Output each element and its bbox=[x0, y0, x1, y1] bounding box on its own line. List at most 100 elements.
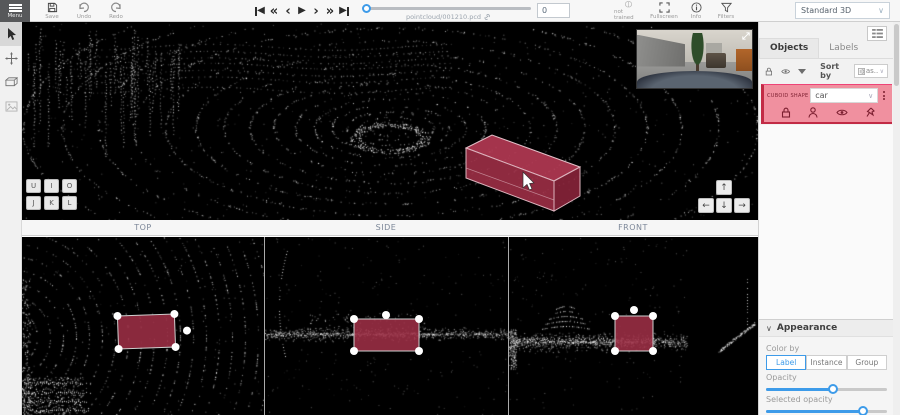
appearance-header[interactable]: ∨ Appearance bbox=[759, 320, 894, 337]
lock-icon[interactable] bbox=[765, 66, 773, 77]
handle[interactable] bbox=[611, 347, 619, 355]
arrow-right-button[interactable]: → bbox=[734, 198, 750, 213]
handle[interactable] bbox=[350, 347, 358, 355]
fast-backward-button[interactable]: « bbox=[268, 2, 280, 20]
camera-photo-thumbnail[interactable] bbox=[636, 29, 753, 89]
arrow-down-button[interactable]: ↓ bbox=[716, 198, 732, 213]
timeline-slider[interactable] bbox=[366, 7, 531, 10]
objects-list-area[interactable] bbox=[759, 125, 894, 319]
color-by-label-button[interactable]: Label bbox=[766, 355, 806, 370]
info-icon bbox=[691, 2, 702, 13]
chevron-down-icon: ∨ bbox=[880, 68, 884, 75]
objects-panel: Objects Labels Sort by as.. ∨ CUBOID SHA… bbox=[758, 22, 893, 415]
undo-icon bbox=[78, 2, 90, 13]
step-forward-button[interactable]: › bbox=[310, 2, 322, 20]
tab-objects[interactable]: Objects bbox=[759, 38, 819, 58]
select-tool-button[interactable] bbox=[0, 22, 22, 46]
sort-by-label: Sort by bbox=[820, 62, 845, 80]
tab-labels[interactable]: Labels bbox=[819, 39, 868, 58]
key-k-button[interactable]: K bbox=[44, 196, 59, 210]
undo-button[interactable]: Undo bbox=[70, 1, 98, 21]
view-mode-value: Standard 3D bbox=[801, 6, 851, 15]
selected-opacity-slider-thumb[interactable] bbox=[858, 406, 868, 415]
handle[interactable] bbox=[611, 312, 619, 320]
side-projection-view[interactable] bbox=[265, 237, 509, 415]
cuboid-tool-button[interactable] bbox=[0, 70, 22, 94]
info-button[interactable]: Info bbox=[682, 1, 710, 21]
fullscreen-button[interactable]: Fullscreen bbox=[650, 1, 678, 21]
panel-scrollbar[interactable] bbox=[893, 22, 900, 415]
color-by-group-button[interactable]: Group bbox=[847, 355, 887, 370]
filter-funnel-icon bbox=[721, 2, 732, 13]
eye-icon[interactable] bbox=[836, 108, 848, 117]
front-projection-view[interactable] bbox=[509, 237, 758, 415]
class-select[interactable]: car ∨ bbox=[810, 88, 878, 103]
main-3d-view[interactable]: U I O J K L ↑ ← ↓ → bbox=[22, 22, 758, 220]
handle[interactable] bbox=[649, 347, 657, 355]
handle[interactable] bbox=[649, 312, 657, 320]
handle[interactable] bbox=[630, 306, 638, 314]
eye-icon[interactable] bbox=[781, 67, 790, 76]
frame-number-input[interactable] bbox=[537, 3, 570, 18]
rotate-handle[interactable] bbox=[183, 326, 191, 334]
skip-to-end-button[interactable]: ▶ bbox=[338, 2, 350, 20]
move-tool-button[interactable] bbox=[0, 46, 22, 70]
opacity-slider-thumb[interactable] bbox=[828, 384, 838, 394]
view-mode-select[interactable]: Standard 3D ∨ bbox=[795, 2, 890, 19]
fast-forward-button[interactable]: » bbox=[324, 2, 336, 20]
thumb-car-hood bbox=[637, 71, 752, 89]
handle[interactable] bbox=[415, 347, 423, 355]
opacity-slider[interactable] bbox=[766, 388, 887, 391]
fullscreen-label: Fullscreen bbox=[650, 14, 678, 20]
thumb-truck bbox=[706, 53, 726, 68]
hamburger-icon bbox=[9, 3, 22, 13]
save-icon bbox=[47, 2, 58, 13]
lock-icon[interactable] bbox=[781, 107, 791, 118]
projection-views bbox=[22, 237, 758, 415]
panel-tabs: Objects Labels bbox=[759, 35, 894, 59]
undo-label: Undo bbox=[77, 14, 91, 20]
color-by-instance-button[interactable]: Instance bbox=[806, 355, 846, 370]
arrow-up-button[interactable]: ↑ bbox=[716, 180, 732, 195]
side-view-cuboid[interactable] bbox=[354, 319, 419, 351]
tool-rail bbox=[0, 22, 22, 415]
key-i-button[interactable]: I bbox=[44, 179, 59, 193]
key-l-button[interactable]: L bbox=[62, 196, 77, 210]
person-icon[interactable] bbox=[808, 107, 818, 118]
filters-label: Filters bbox=[718, 14, 735, 20]
handle[interactable] bbox=[415, 315, 423, 323]
handle[interactable] bbox=[382, 311, 390, 319]
timeline-thumb[interactable] bbox=[362, 4, 371, 13]
selected-opacity-slider-fill bbox=[766, 410, 863, 413]
redo-button[interactable]: Redo bbox=[102, 1, 130, 21]
step-backward-button[interactable]: ‹ bbox=[282, 2, 294, 20]
menu-button[interactable]: Menu bbox=[0, 0, 30, 22]
link-icon[interactable] bbox=[483, 13, 491, 21]
info-label: Info bbox=[691, 14, 701, 20]
pin-icon[interactable] bbox=[865, 107, 875, 118]
top-view-label: TOP bbox=[22, 220, 264, 235]
card-menu-button[interactable] bbox=[880, 89, 888, 102]
front-view-cuboid[interactable] bbox=[615, 316, 653, 351]
top-view-cuboid[interactable] bbox=[117, 314, 175, 349]
save-button[interactable]: Save bbox=[38, 1, 66, 21]
scrollbar-thumb[interactable] bbox=[894, 24, 899, 86]
object-card-car[interactable]: CUBOID SHAPE car ∨ bbox=[761, 84, 892, 124]
expand-icon[interactable] bbox=[742, 32, 750, 40]
arrow-left-button[interactable]: ← bbox=[698, 198, 714, 213]
selected-opacity-slider[interactable] bbox=[766, 410, 887, 413]
image-tool-button[interactable] bbox=[0, 94, 22, 118]
key-u-button[interactable]: U bbox=[26, 179, 41, 193]
skip-to-start-button[interactable]: ◀ bbox=[254, 2, 266, 20]
redo-label: Redo bbox=[109, 14, 123, 20]
play-button[interactable]: ▶ bbox=[296, 2, 308, 20]
filters-button[interactable]: Filters bbox=[712, 1, 740, 21]
key-o-button[interactable]: O bbox=[62, 179, 77, 193]
thumb-tree bbox=[690, 33, 705, 69]
handle[interactable] bbox=[350, 315, 358, 323]
key-j-button[interactable]: J bbox=[26, 196, 41, 210]
sort-order-select[interactable]: as.. ∨ bbox=[854, 64, 888, 78]
card-action-icons bbox=[764, 107, 892, 118]
filter-caret-icon[interactable] bbox=[798, 69, 806, 74]
top-projection-view[interactable] bbox=[22, 237, 264, 415]
